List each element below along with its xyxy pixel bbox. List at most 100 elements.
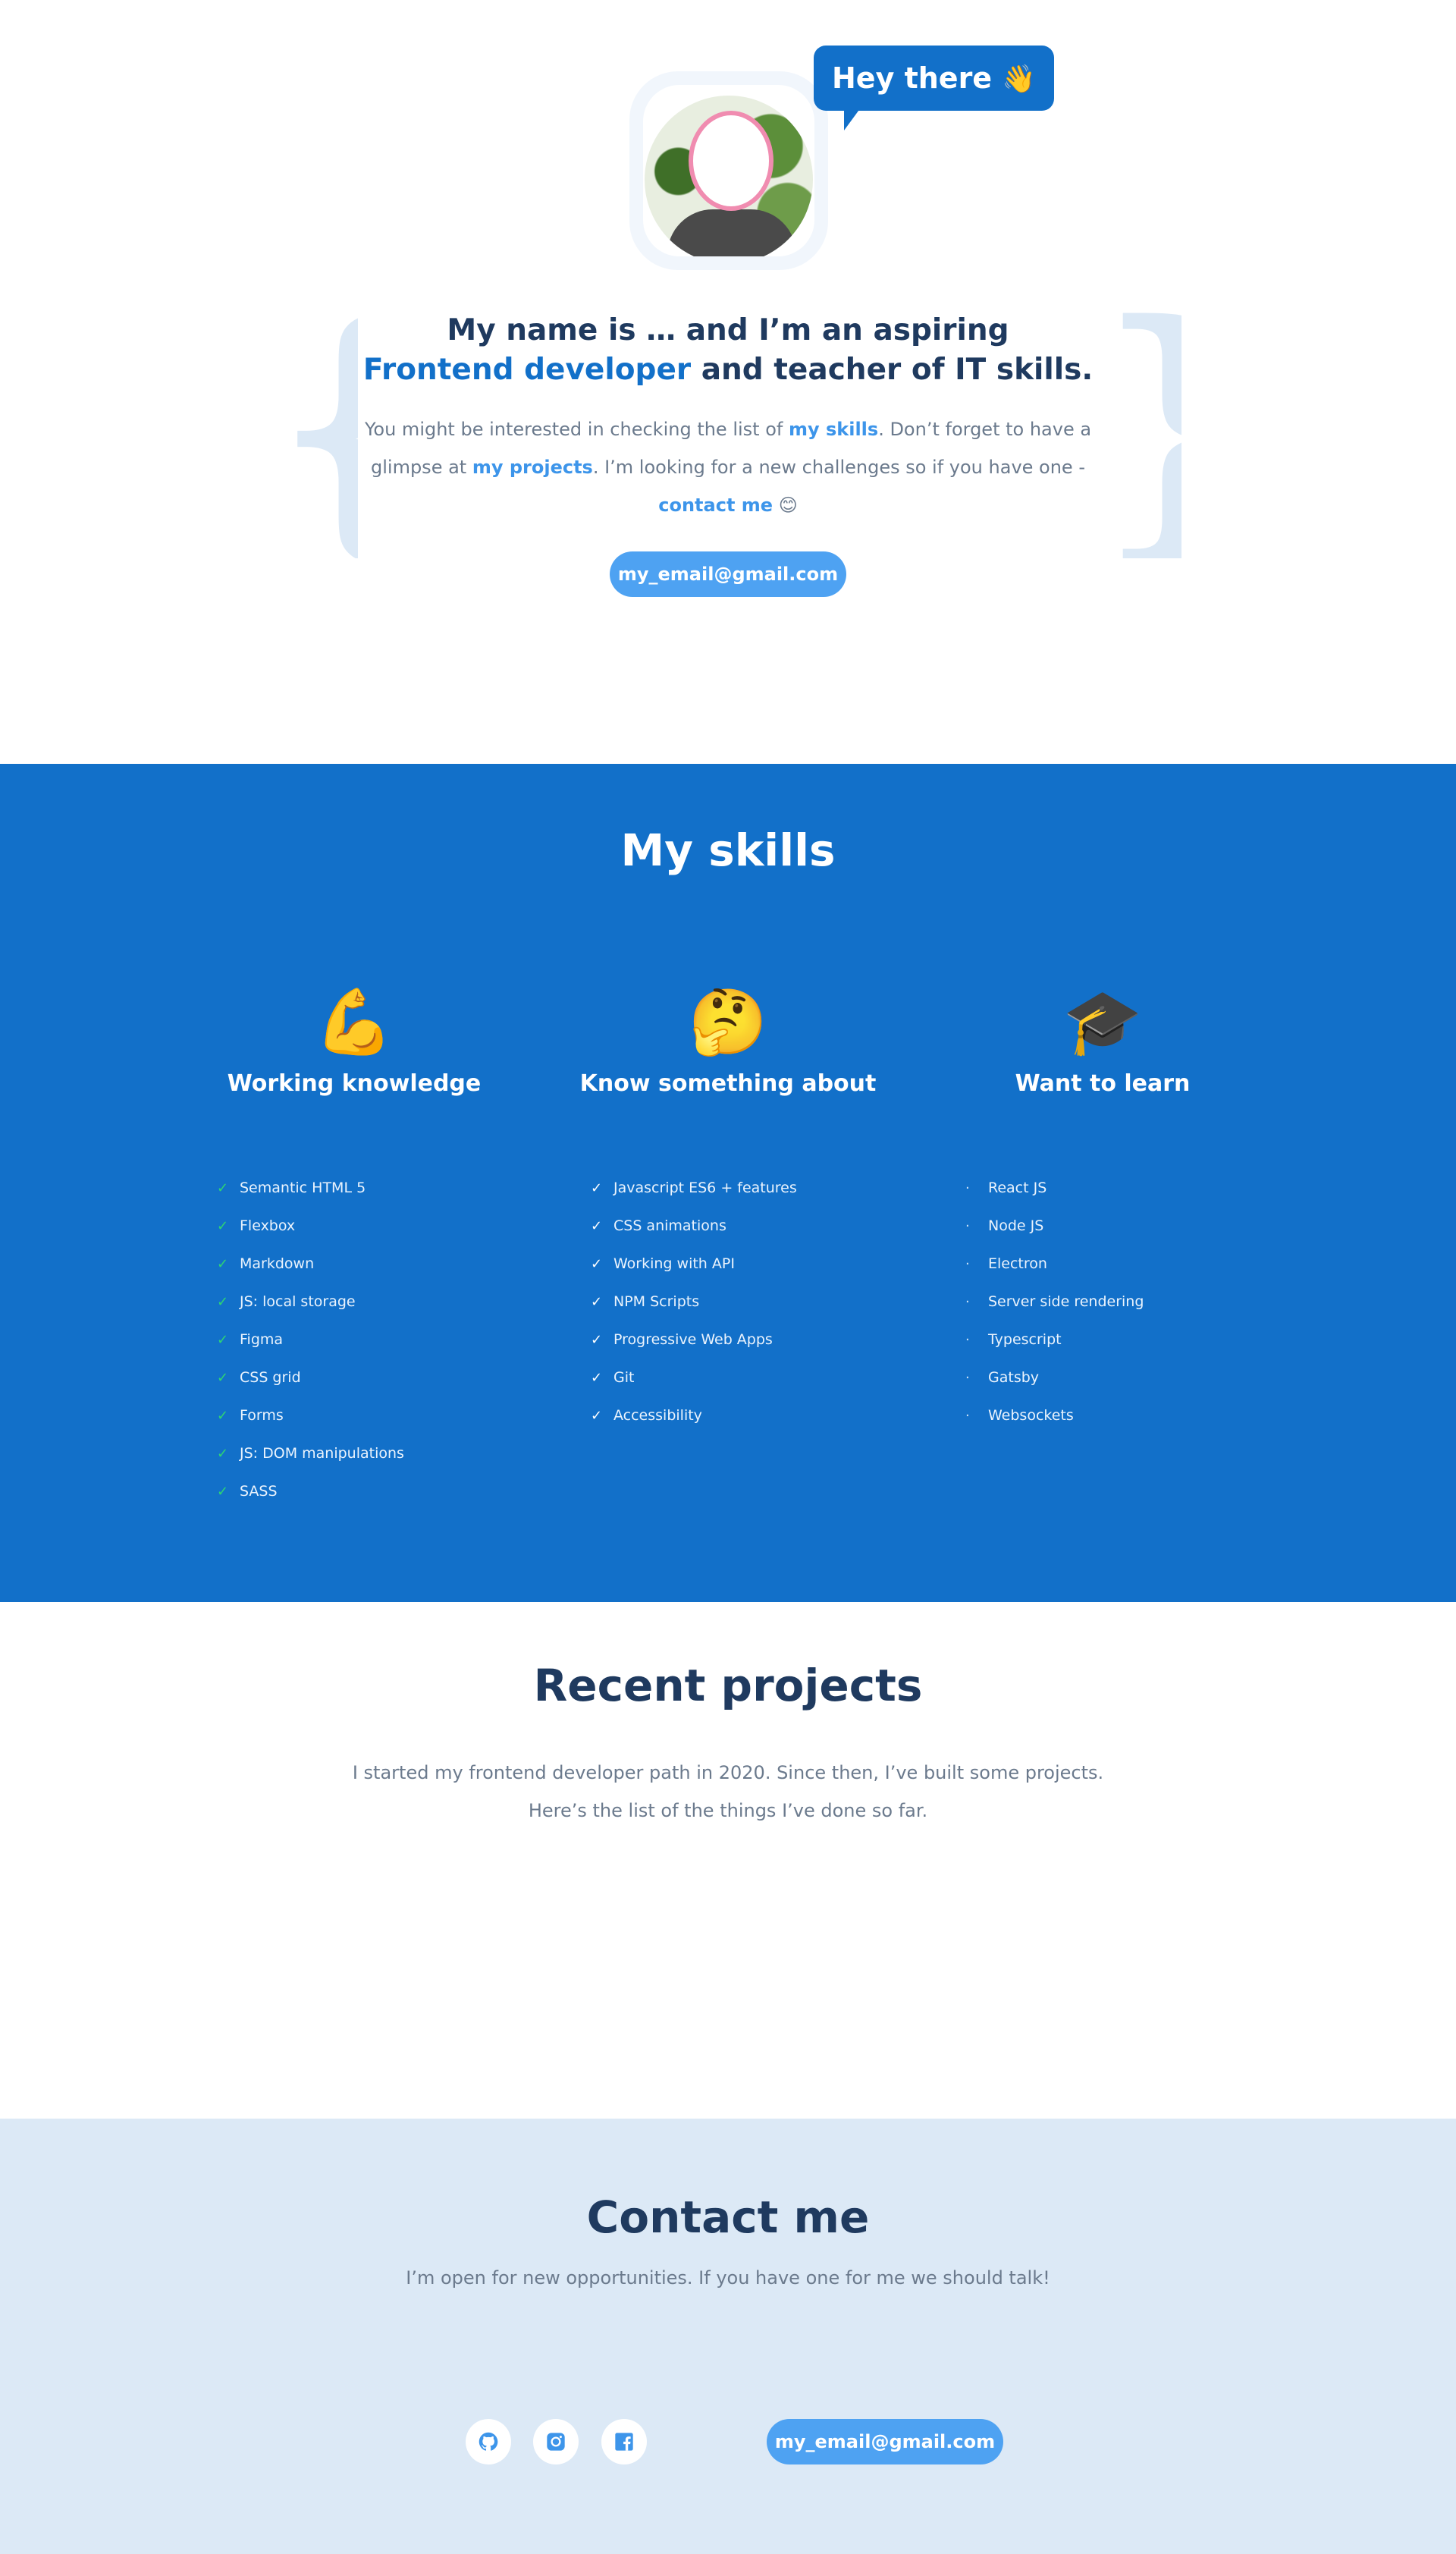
check-icon: ✓: [217, 1180, 229, 1196]
skill-list: ✓ Javascript ES6 + features ✓ CSS animation…: [541, 1169, 915, 1434]
left-brace-decoration: {: [275, 311, 358, 558]
skill-item: · Electron: [965, 1245, 1290, 1283]
avatar-body: [667, 209, 796, 256]
skill-item-label: Typescript: [988, 1331, 1062, 1348]
graduation-cap-icon: 🎓: [1062, 985, 1143, 1059]
skill-item: ✓ Markdown: [217, 1245, 541, 1283]
check-icon: ✓: [217, 1294, 229, 1310]
check-icon: ✓: [591, 1408, 603, 1424]
smiling-face-icon: 😊: [778, 495, 798, 516]
skill-item-label: Progressive Web Apps: [613, 1331, 773, 1348]
bullet-icon: ·: [965, 1370, 970, 1386]
skill-column-want-to-learn: 🎓 Want to learn · React JS · Node JS · Electr…: [915, 984, 1290, 1434]
skill-item: ✓ Figma: [217, 1321, 541, 1359]
skill-item-label: Electron: [988, 1255, 1047, 1272]
github-icon: [479, 2432, 498, 2451]
intro-part1: You might be interested in checking the …: [364, 419, 789, 440]
skill-item: · Gatsby: [965, 1359, 1290, 1396]
skill-item-label: Gatsby: [988, 1369, 1040, 1386]
bullet-icon: ·: [965, 1218, 970, 1234]
skill-item: ✓ NPM Scripts: [591, 1283, 915, 1321]
facebook-link[interactable]: [601, 2419, 647, 2464]
check-icon: ✓: [217, 1484, 229, 1500]
waving-hand-icon: 👋: [1002, 64, 1037, 95]
skills-link[interactable]: my skills: [789, 419, 878, 440]
check-icon: ✓: [591, 1218, 603, 1234]
skill-item: ✓ Forms: [217, 1396, 541, 1434]
bullet-icon: ·: [965, 1408, 970, 1424]
email-button[interactable]: my_email@gmail.com: [610, 551, 846, 597]
skill-item: ✓ Progressive Web Apps: [591, 1321, 915, 1359]
skills-title: My skills: [620, 825, 836, 876]
skill-item-label: Node JS: [988, 1217, 1044, 1234]
skill-item-label: Forms: [240, 1407, 284, 1424]
contact-description: I’m open for new opportunities. If you h…: [406, 2267, 1050, 2289]
check-icon: ✓: [591, 1180, 603, 1196]
skill-item: ✓ CSS grid: [217, 1359, 541, 1396]
instagram-icon: [547, 2433, 565, 2451]
right-brace-decoration: }: [1098, 311, 1181, 558]
skill-item: ✓ JS: DOM manipulations: [217, 1434, 541, 1472]
skill-column-heading: Want to learn: [1015, 1070, 1191, 1097]
skill-item-label: Working with API: [613, 1255, 735, 1272]
flexed-biceps-icon: 💪: [314, 985, 394, 1059]
check-icon: ✓: [217, 1332, 229, 1348]
skill-list: ✓ Semantic HTML 5 ✓ Flexbox ✓ Markdown ✓ JS: lo…: [167, 1169, 541, 1510]
bullet-icon: ·: [965, 1294, 970, 1310]
contact-email-button[interactable]: my_email@gmail.com: [767, 2419, 1003, 2464]
contact-link[interactable]: contact me: [658, 495, 773, 516]
thinking-face-icon: 🤔: [688, 985, 768, 1059]
check-icon: ✓: [217, 1446, 229, 1462]
greeting-bubble: Hey there 👋: [814, 46, 1055, 130]
avatar-face: [689, 111, 774, 211]
projects-description: I started my frontend developer path in …: [352, 1762, 1104, 1821]
instagram-link[interactable]: [533, 2419, 579, 2464]
check-icon: ✓: [591, 1256, 603, 1272]
headline-part1: My name is … and I’m an aspiring: [447, 313, 1009, 347]
contact-title: Contact me: [586, 2191, 870, 2243]
skill-item-label: Semantic HTML 5: [240, 1180, 366, 1196]
skill-item-label: React JS: [988, 1180, 1047, 1196]
bullet-icon: ·: [965, 1180, 970, 1196]
skill-item-label: JS: DOM manipulations: [240, 1445, 404, 1462]
skill-item-label: Flexbox: [240, 1217, 296, 1234]
skill-item-label: CSS animations: [613, 1217, 726, 1234]
skill-column-heading: Working knowledge: [227, 1070, 482, 1097]
skill-item-label: JS: local storage: [240, 1293, 356, 1310]
check-icon: ✓: [591, 1370, 603, 1386]
headline-accent: Frontend developer: [362, 353, 692, 387]
check-icon: ✓: [217, 1370, 229, 1386]
hero-section: Hey there 👋 { } My name is … and I’m an …: [0, 0, 1456, 764]
skill-item: · Server side rendering: [965, 1283, 1290, 1321]
skill-column-heading: Know something about: [579, 1070, 877, 1097]
avatar: [629, 71, 828, 270]
skill-item-label: Websockets: [988, 1407, 1074, 1424]
intro-part3: . I’m looking for a new challenges so if…: [592, 457, 1085, 478]
greeting-text: Hey there: [832, 61, 993, 95]
check-icon: ✓: [591, 1294, 603, 1310]
projects-title: Recent projects: [533, 1660, 923, 1711]
skill-item-label: Javascript ES6 + features: [613, 1180, 797, 1196]
skill-item-label: Markdown: [240, 1255, 315, 1272]
avatar-inner: [643, 85, 814, 256]
contact-section: Contact me I’m open for new opportunitie…: [0, 2119, 1456, 2554]
bullet-icon: ·: [965, 1332, 970, 1348]
skill-item-label: Accessibility: [613, 1407, 702, 1424]
skill-list: · React JS · Node JS · Electron · Server side r…: [915, 1169, 1290, 1434]
page-title: My name is … and I’m an aspiring Fronten…: [349, 311, 1107, 390]
projects-link[interactable]: my projects: [472, 457, 593, 478]
avatar-photo: [645, 96, 813, 256]
projects-section: Recent projects I started my frontend de…: [0, 1602, 1456, 2119]
check-icon: ✓: [217, 1408, 229, 1424]
skill-item: ✓ Accessibility: [591, 1396, 915, 1434]
skills-section: My skills 💪 Working knowledge ✓ Semantic …: [0, 764, 1456, 1602]
github-link[interactable]: [466, 2419, 511, 2464]
skill-item: ✓ Git: [591, 1359, 915, 1396]
skill-column-know-something: 🤔 Know something about ✓ Javascript ES6 +…: [541, 984, 915, 1434]
skill-item: ✓ SASS: [217, 1472, 541, 1510]
skill-item: ✓ Semantic HTML 5: [217, 1169, 541, 1207]
check-icon: ✓: [591, 1332, 603, 1348]
skill-item: ✓ Working with API: [591, 1245, 915, 1283]
check-icon: ✓: [217, 1256, 229, 1272]
skill-item-label: SASS: [240, 1483, 278, 1500]
